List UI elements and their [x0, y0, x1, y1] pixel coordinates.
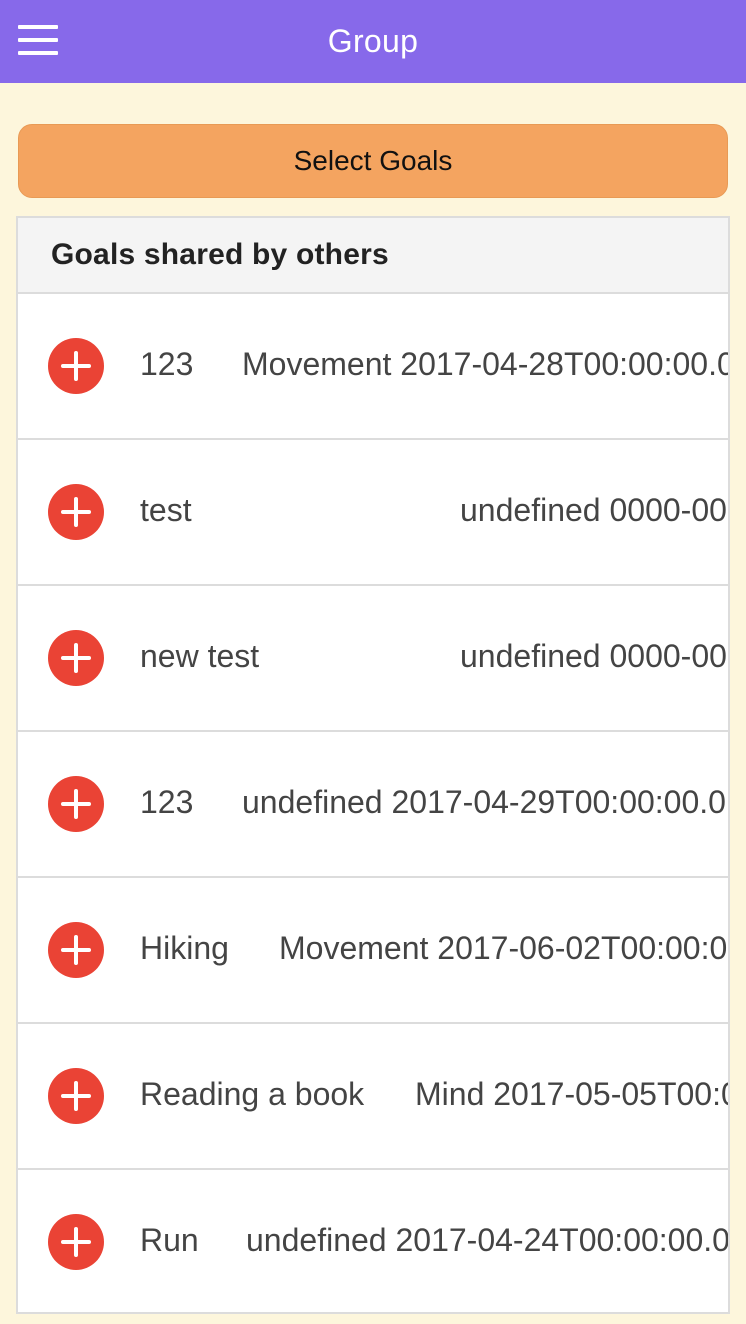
goal-name: Run	[140, 1222, 199, 1258]
goal-detail: Mind 2017-05-05T00:0	[415, 1076, 730, 1112]
goal-row[interactable]: 123 undefined 2017-04-29T00:00:00.0	[18, 732, 730, 878]
add-icon[interactable]	[48, 630, 104, 686]
goal-name: 123	[140, 346, 194, 382]
goal-detail: undefined 0000-00	[460, 492, 727, 528]
goal-detail: undefined 0000-00	[460, 638, 727, 674]
add-icon[interactable]	[48, 1068, 104, 1124]
menu-bar	[18, 25, 58, 29]
select-goals-button[interactable]: Select Goals	[18, 124, 728, 198]
add-icon[interactable]	[48, 776, 104, 832]
add-icon[interactable]	[48, 1214, 104, 1270]
goal-row[interactable]: Reading a book Mind 2017-05-05T00:0	[18, 1024, 730, 1170]
goal-name: test	[140, 492, 192, 528]
goal-row[interactable]: test undefined 0000-00	[18, 440, 730, 586]
goal-row[interactable]: new test undefined 0000-00	[18, 586, 730, 732]
goal-name: 123	[140, 784, 194, 820]
menu-bar	[18, 38, 58, 42]
list-heading: Goals shared by others	[18, 218, 730, 294]
goal-detail: Movement 2017-06-02T00:00:0	[279, 930, 728, 966]
hamburger-menu-icon[interactable]	[18, 25, 58, 55]
add-icon[interactable]	[48, 484, 104, 540]
goal-row[interactable]: 123 Movement 2017-04-28T00:00:00.0	[18, 294, 730, 440]
goal-name: Hiking	[140, 930, 229, 966]
app-header: Group	[0, 0, 746, 83]
menu-bar	[18, 51, 58, 55]
goal-detail: Movement 2017-04-28T00:00:00.0	[242, 346, 730, 382]
goal-detail: undefined 2017-04-24T00:00:00.0	[246, 1222, 730, 1258]
goal-row[interactable]: Run undefined 2017-04-24T00:00:00.0	[18, 1170, 730, 1312]
goal-name: new test	[140, 638, 260, 674]
goal-row[interactable]: Hiking Movement 2017-06-02T00:00:0	[18, 878, 730, 1024]
add-icon[interactable]	[48, 338, 104, 394]
goal-detail: undefined 2017-04-29T00:00:00.0	[242, 784, 726, 820]
goal-name: Reading a book	[140, 1076, 365, 1112]
page-title: Group	[327, 23, 419, 59]
shared-goals-list: Goals shared by others 123 Movement 2017…	[16, 216, 730, 1314]
add-icon[interactable]	[48, 922, 104, 978]
